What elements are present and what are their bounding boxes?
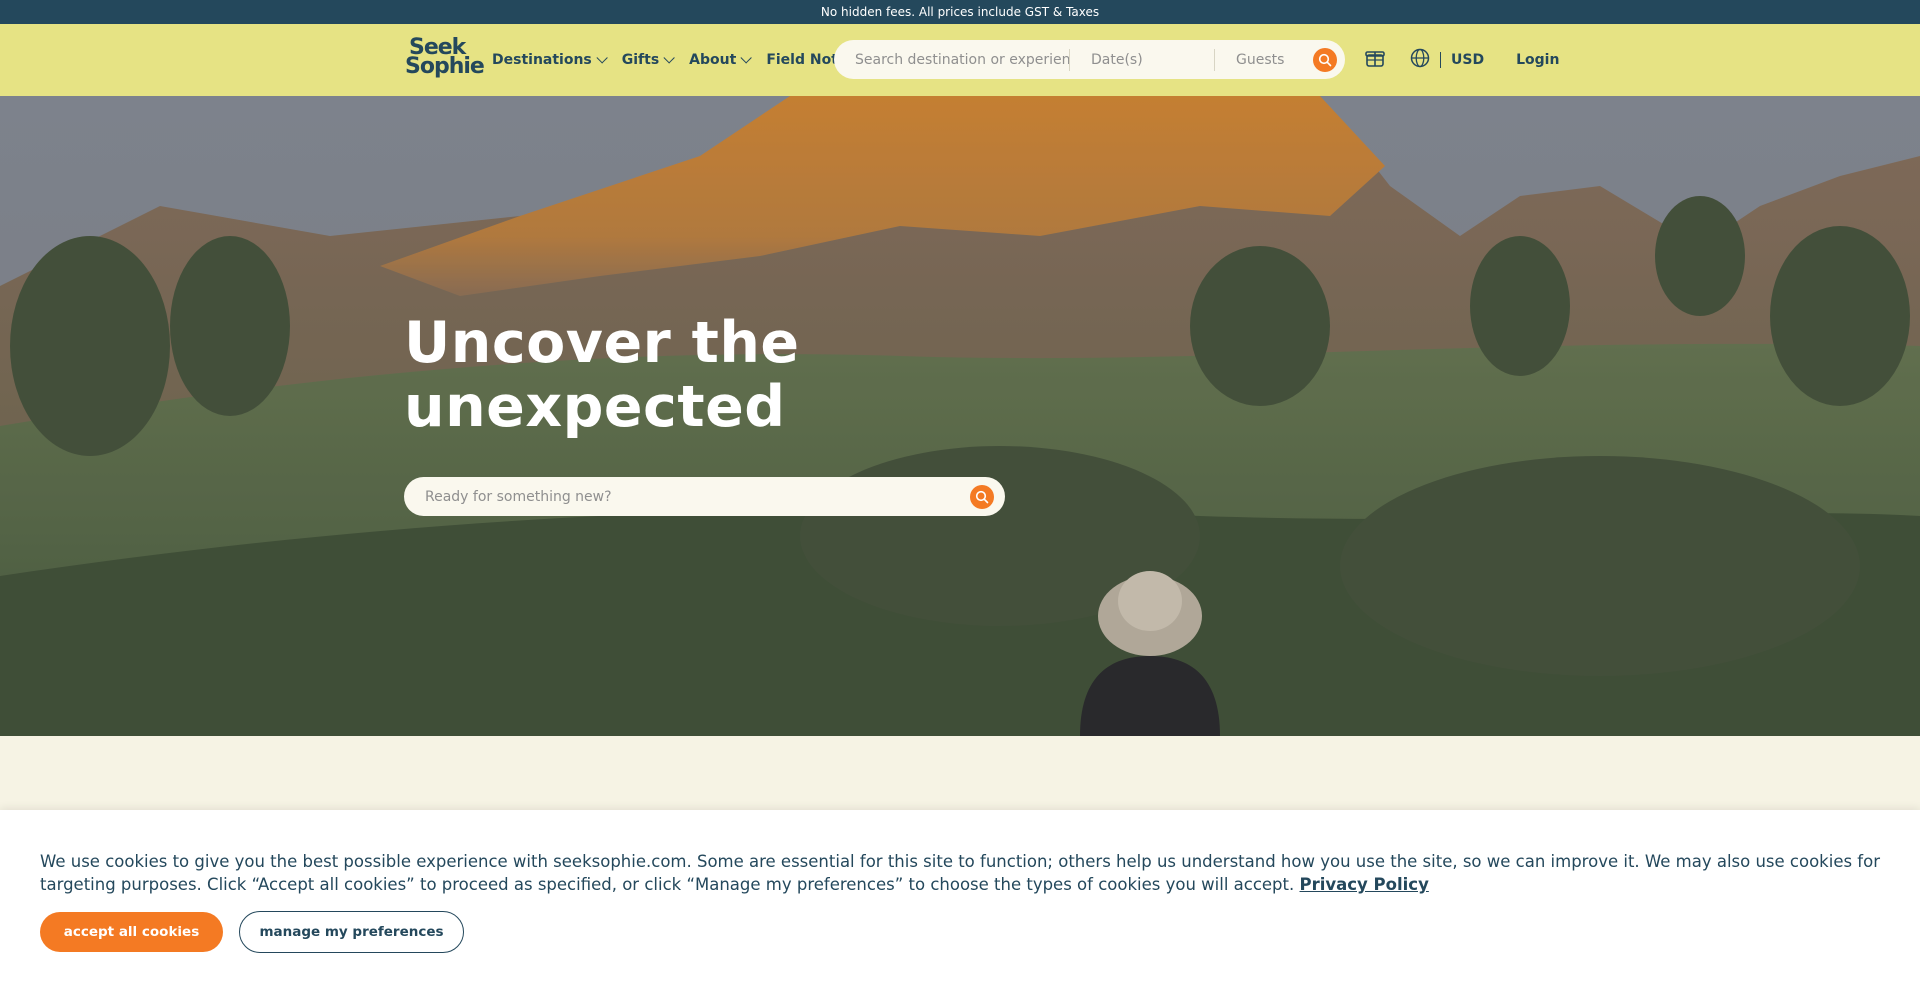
nav-destinations[interactable]: Destinations bbox=[492, 52, 608, 68]
dates-input[interactable] bbox=[1091, 51, 1214, 68]
header-actions: USD Login bbox=[1364, 24, 1559, 96]
destination-input[interactable] bbox=[855, 51, 1069, 68]
nav-gifts-label: Gifts bbox=[621, 52, 660, 68]
announcement-bar: No hidden fees. All prices include GST &… bbox=[0, 0, 1920, 24]
currency-selector[interactable]: USD bbox=[1451, 52, 1484, 68]
chevron-down-icon bbox=[663, 52, 675, 64]
nav-about-label: About bbox=[689, 52, 737, 68]
chevron-down-icon bbox=[740, 52, 753, 64]
hero-title: Uncover the unexpected bbox=[404, 311, 964, 439]
login-link[interactable]: Login bbox=[1516, 52, 1559, 68]
cookie-message: We use cookies to give you the best poss… bbox=[40, 850, 1880, 896]
manage-preferences-button[interactable]: manage my preferences bbox=[239, 911, 464, 953]
destination-field[interactable] bbox=[834, 40, 1069, 79]
chevron-down-icon bbox=[596, 52, 608, 64]
hero-section: Uncover the unexpected bbox=[0, 96, 1920, 736]
hero-search-bar bbox=[404, 477, 1005, 516]
gift-box-icon[interactable] bbox=[1364, 47, 1386, 73]
header-search-bar bbox=[834, 40, 1345, 79]
nav-about[interactable]: About bbox=[689, 52, 753, 68]
seek-sophie-logo[interactable]: Seek Sophie bbox=[405, 37, 485, 82]
globe-icon[interactable] bbox=[1410, 48, 1430, 72]
nav-destinations-label: Destinations bbox=[492, 52, 592, 68]
header-search-button[interactable] bbox=[1313, 48, 1337, 72]
cookie-text: We use cookies to give you the best poss… bbox=[40, 852, 1880, 894]
search-icon bbox=[975, 490, 989, 504]
site-header: Seek Sophie Destinations Gifts About Fie… bbox=[0, 24, 1920, 96]
nav-gifts[interactable]: Gifts bbox=[621, 52, 675, 68]
announcement-text: No hidden fees. All prices include GST &… bbox=[820, 5, 1100, 19]
accept-all-cookies-button[interactable]: accept all cookies bbox=[40, 912, 223, 952]
hero-title-line-2: unexpected bbox=[404, 374, 786, 440]
divider bbox=[1440, 52, 1441, 68]
guests-field[interactable] bbox=[1215, 40, 1305, 79]
search-icon bbox=[1318, 53, 1332, 67]
guests-input[interactable] bbox=[1236, 51, 1305, 68]
logo-line-2: Sophie bbox=[405, 54, 485, 79]
cookie-banner: We use cookies to give you the best poss… bbox=[0, 810, 1920, 993]
dates-field[interactable] bbox=[1070, 40, 1214, 79]
main-nav: Destinations Gifts About Field Notes bbox=[492, 24, 856, 96]
hero-search-input[interactable] bbox=[425, 488, 945, 505]
privacy-policy-link[interactable]: Privacy Policy bbox=[1300, 875, 1429, 894]
hero-title-line-1: Uncover the bbox=[404, 310, 800, 376]
hero-search-button[interactable] bbox=[970, 485, 994, 509]
